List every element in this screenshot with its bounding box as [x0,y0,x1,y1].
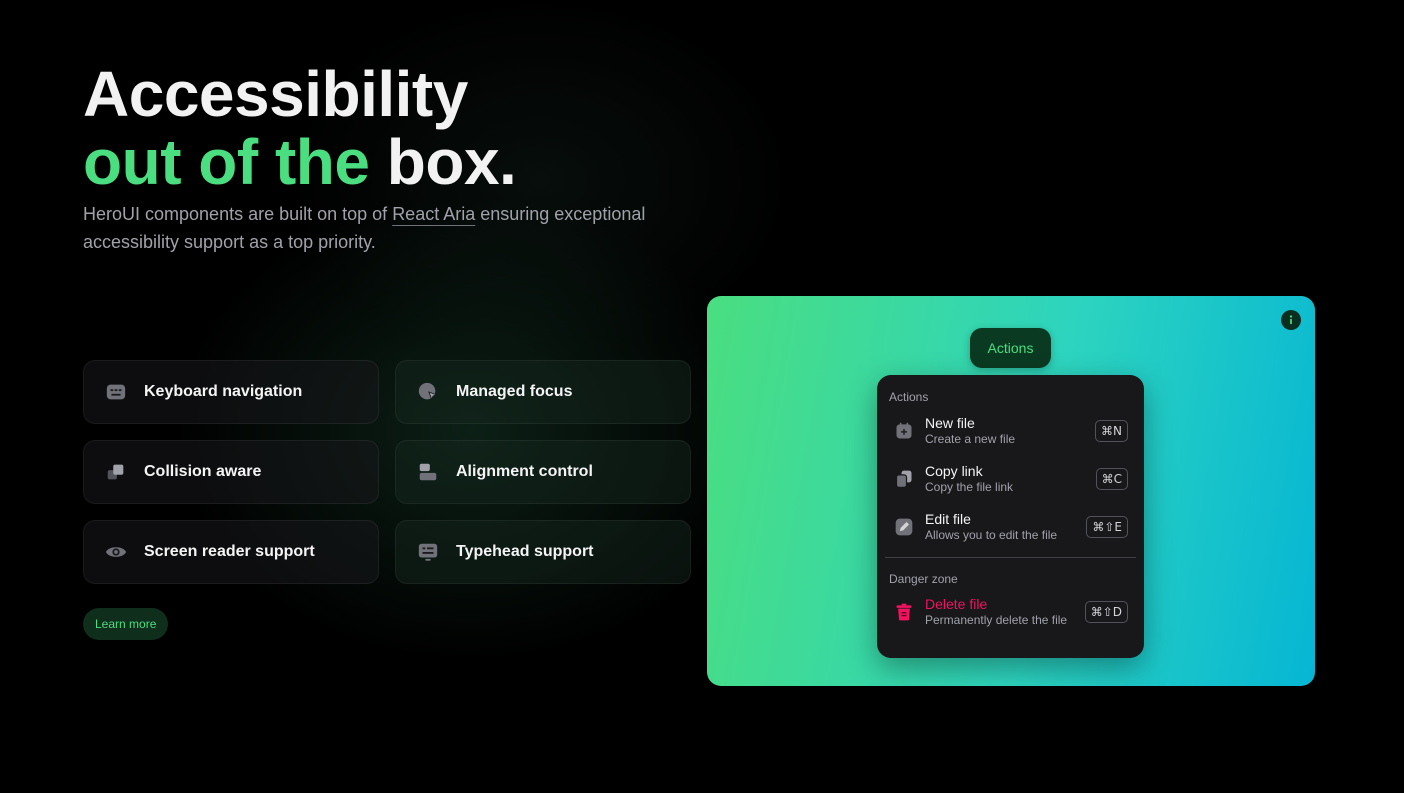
menu-item-title: Edit file [925,511,971,527]
info-icon[interactable] [1281,310,1301,330]
feature-label: Screen reader support [144,543,315,560]
focus-icon [416,380,440,404]
menu-item-text: New file Create a new file [925,415,1095,447]
typehead-icon [416,540,440,564]
menu-item-description: Permanently delete the file [925,613,1068,627]
keyboard-icon [104,380,128,404]
hero-title-white: box. [386,126,517,198]
feature-label: Collision aware [144,463,262,480]
trash-icon [893,601,915,623]
feature-typehead-support: Typehead support [395,520,691,584]
menu-item-copy-link[interactable]: Copy link Copy the file link ⌘C [885,455,1136,503]
feature-label: Managed focus [456,383,573,400]
hero-subtitle: HeroUI components are built on top of Re… [83,200,723,256]
hero-title-line2: out of the box. [83,126,517,198]
feature-collision-aware: Collision aware [83,440,379,504]
feature-alignment-control: Alignment control [395,440,691,504]
feature-keyboard-navigation: Keyboard navigation [83,360,379,424]
feature-label: Typehead support [456,543,594,560]
page: Accessibility out of the box. HeroUI com… [0,0,1404,793]
dropdown-demo-panel: Actions Actions New file Create a new fi… [707,296,1315,686]
feature-managed-focus: Managed focus [395,360,691,424]
menu-item-text: Delete file Permanently delete the file [925,596,1085,628]
shortcut-kbd: ⌘N [1095,420,1128,442]
subtitle-text-before: HeroUI components are built on top of [83,204,393,224]
menu-item-text: Edit file Allows you to edit the file [925,511,1086,543]
feature-label: Keyboard navigation [144,383,303,400]
new-file-icon [893,420,915,442]
features-grid: Keyboard navigation Managed focus Collis… [83,360,691,584]
menu-item-description: Allows you to edit the file [925,528,1058,542]
edit-icon [893,516,915,538]
hero-title: Accessibility out of the box. [83,58,517,198]
shortcut-kbd: ⌘⇧E [1086,516,1128,538]
feature-screen-reader-support: Screen reader support [83,520,379,584]
menu-item-title: Copy link [925,463,983,479]
menu-item-new-file[interactable]: New file Create a new file ⌘N [885,407,1136,455]
shortcut-kbd: ⌘⇧D [1084,601,1128,623]
collision-icon [104,460,128,484]
hero-title-line1: Accessibility [83,58,468,130]
menu-item-delete-file[interactable]: Delete file Permanently delete the file … [885,588,1136,636]
actions-dropdown-menu: Actions New file Create a new file ⌘N Co… [877,375,1144,658]
shortcut-kbd: ⌘C [1095,468,1128,490]
menu-section-actions: Actions [889,390,929,404]
learn-more-button[interactable]: Learn more [83,608,169,640]
menu-item-title: Delete file [925,596,988,612]
copy-icon [893,468,915,490]
menu-item-description: Copy the file link [925,480,1014,494]
alignment-icon [416,460,440,484]
menu-item-title: New file [925,415,975,431]
actions-trigger-button[interactable]: Actions [970,328,1051,368]
menu-item-text: Copy link Copy the file link [925,463,1096,495]
menu-section-danger-zone: Danger zone [889,572,958,586]
menu-divider [885,557,1136,558]
react-aria-link[interactable]: React Aria [392,204,475,224]
feature-label: Alignment control [456,463,593,480]
menu-item-description: Create a new file [925,432,1016,446]
menu-item-edit-file[interactable]: Edit file Allows you to edit the file ⌘⇧… [885,503,1136,551]
eye-icon [104,540,128,564]
hero-title-green: out of the [83,126,370,198]
